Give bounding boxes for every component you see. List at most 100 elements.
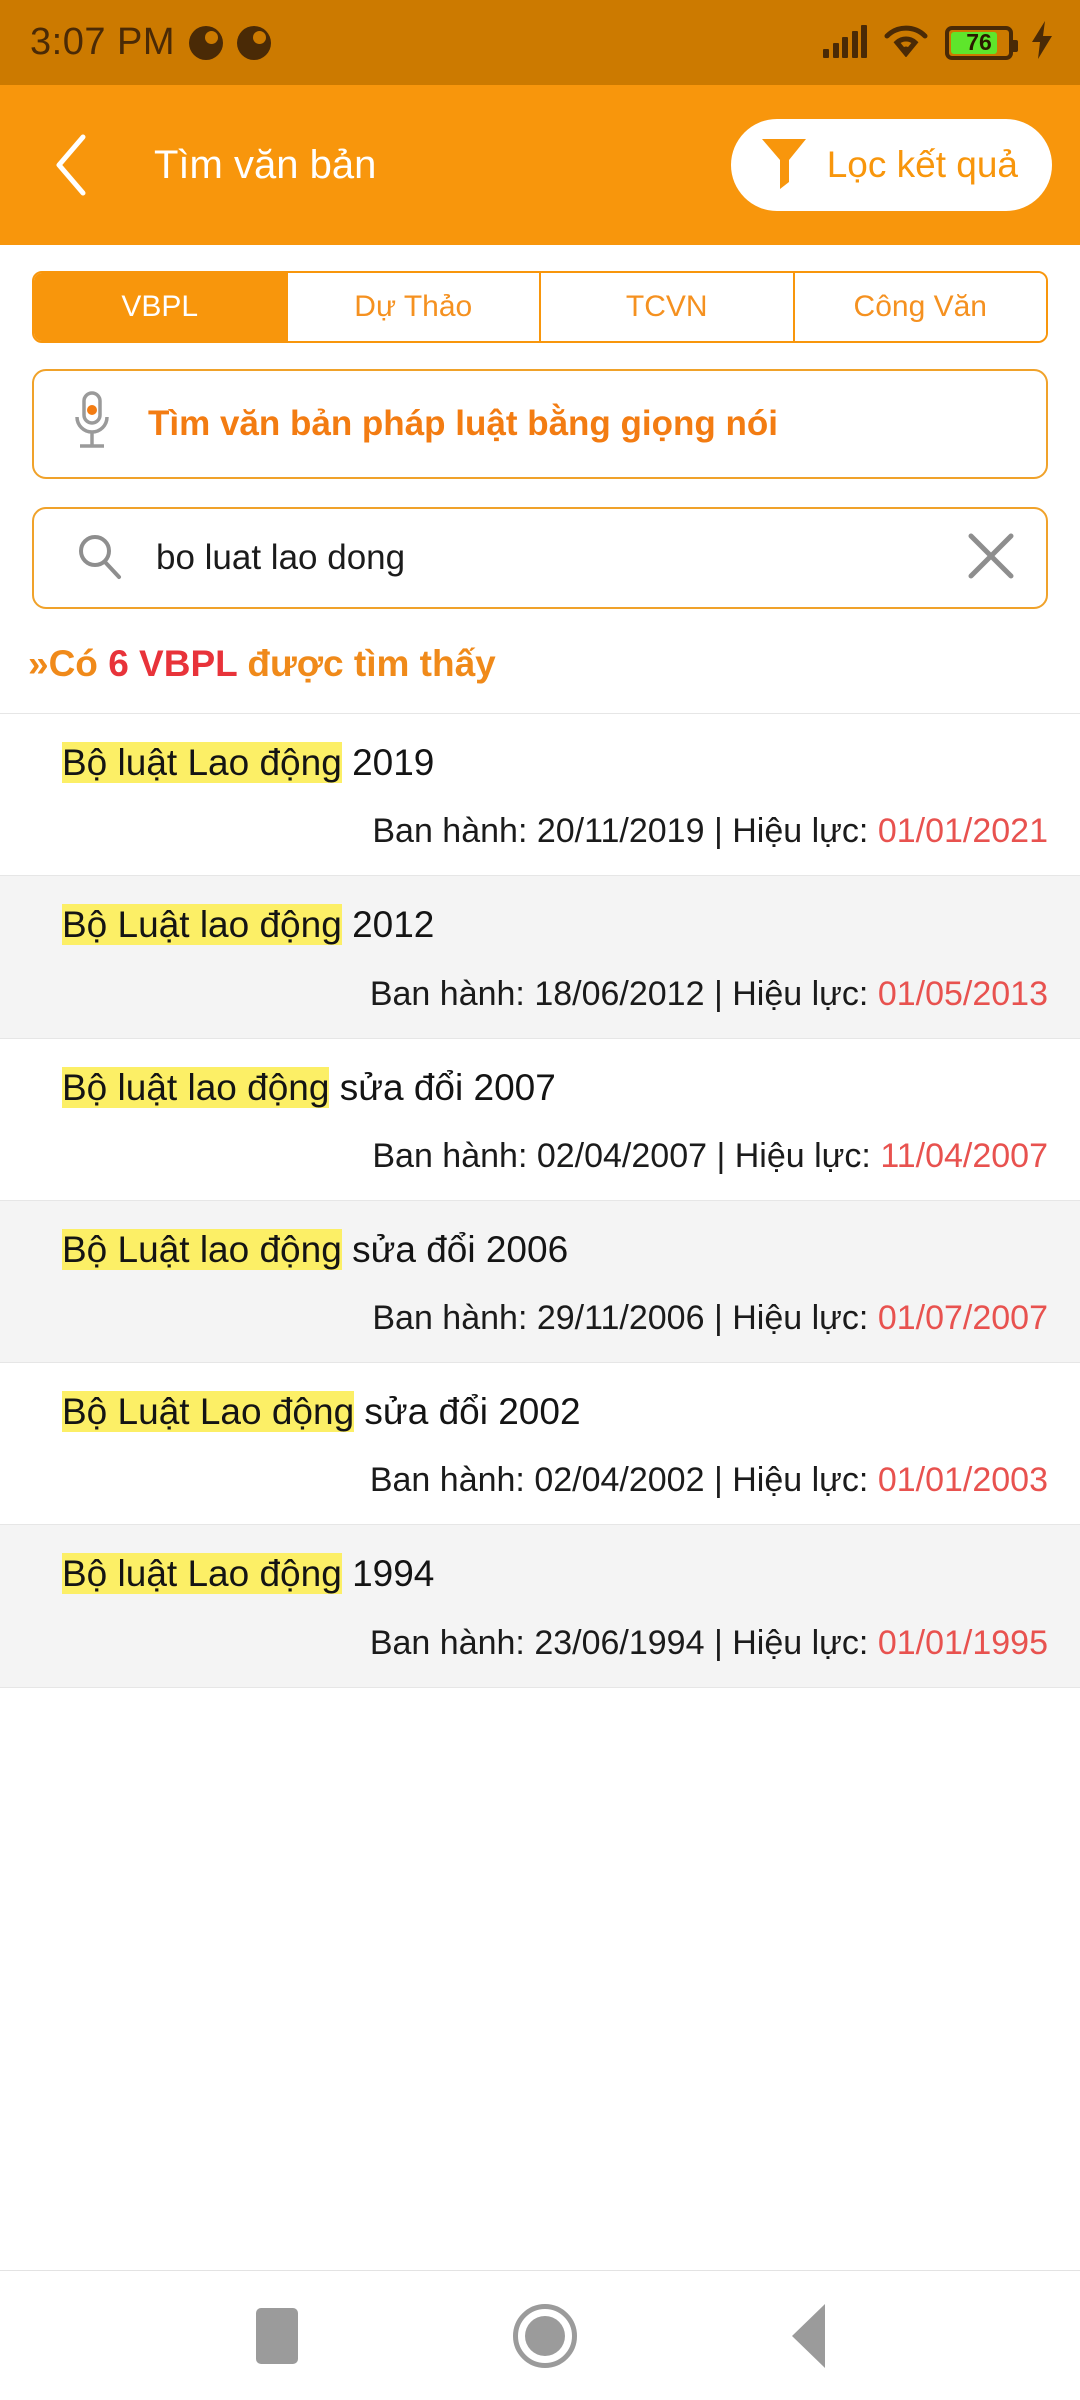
table-row[interactable]: Bộ Luật lao động sửa đổi 2006 Ban hành: … [0, 1199, 1080, 1362]
meta-separator: | [704, 1623, 733, 1662]
table-row[interactable]: Bộ luật Lao động 1994 Ban hành: 23/06/19… [0, 1524, 1080, 1687]
effective-label: Hiệu lực: [734, 1136, 881, 1175]
effective-date: 01/05/2013 [877, 974, 1048, 1013]
close-icon[interactable] [964, 529, 1018, 588]
result-count-prefix: »Có [28, 643, 109, 684]
result-title: Bộ luật Lao động 1994 [62, 1551, 1048, 1597]
result-title-highlight: Bộ Luật lao động [62, 904, 342, 946]
effective-label: Hiệu lực: [732, 812, 878, 851]
voice-search-label: Tìm văn bản pháp luật bằng giọng nói [148, 404, 778, 443]
result-title-rest: 2012 [341, 904, 435, 946]
effective-label: Hiệu lực: [732, 1623, 878, 1662]
charging-bolt-icon [1030, 21, 1054, 64]
issued-label: Ban hành: [372, 1136, 537, 1175]
result-title-rest: sửa đổi 2002 [354, 1391, 581, 1432]
wifi-icon [884, 23, 928, 62]
meta-separator: | [704, 974, 733, 1013]
voice-search-button[interactable]: Tìm văn bản pháp luật bằng giọng nói [32, 369, 1048, 479]
result-title: Bộ Luật Lao động sửa đổi 2002 [62, 1389, 1048, 1435]
notification-dot-icon [189, 25, 224, 60]
result-title-highlight: Bộ luật Lao động [62, 742, 342, 783]
result-title: Bộ Luật lao động sửa đổi 2006 [62, 1227, 1048, 1273]
result-title: Bộ luật Lao động 2019 [62, 740, 1048, 786]
effective-date: 01/01/2003 [877, 1461, 1048, 1500]
result-count: »Có 6 VBPL được tìm thấy [0, 609, 1080, 713]
tab-bar: VBPL Dự Thảo TCVN Công Văn [32, 271, 1048, 343]
result-meta: Ban hành: 02/04/2002 | Hiệu lực: 01/01/2… [62, 1461, 1048, 1500]
issued-date: 29/11/2006 [536, 1299, 705, 1337]
result-title-highlight: Bộ Luật lao động [62, 1228, 342, 1270]
effective-date: 01/07/2007 [877, 1299, 1048, 1337]
result-title-rest: 1994 [341, 1553, 435, 1595]
effective-date: 01/01/1995 [877, 1623, 1048, 1662]
status-bar: 3:07 PM 76 [0, 0, 1080, 85]
table-row[interactable]: Bộ luật Lao động 2019 Ban hành: 20/11/20… [0, 713, 1080, 876]
effective-label: Hiệu lực: [732, 974, 878, 1013]
issued-label: Ban hành: [372, 1299, 537, 1337]
square-icon[interactable] [255, 2307, 298, 2364]
result-title: Bộ Luật lao động 2012 [62, 902, 1048, 948]
result-title-rest: 2019 [341, 742, 435, 783]
issued-date: 20/11/2019 [536, 812, 705, 851]
issued-label: Ban hành: [369, 1461, 535, 1500]
table-row[interactable]: Bộ Luật lao động 2012 Ban hành: 18/06/20… [0, 875, 1080, 1038]
issued-label: Ban hành: [369, 1623, 535, 1662]
status-clock: 3:07 PM [30, 21, 176, 63]
result-meta: Ban hành: 29/11/2006 | Hiệu lực: 01/07/2… [62, 1299, 1048, 1338]
effective-label: Hiệu lực: [732, 1461, 878, 1500]
page-title: Tìm văn bản [154, 142, 377, 187]
result-title: Bộ luật lao động sửa đổi 2007 [62, 1065, 1048, 1111]
search-input[interactable]: bo luat lao dong [156, 538, 932, 578]
result-meta: Ban hành: 02/04/2007 | Hiệu lực: 11/04/2… [62, 1137, 1048, 1176]
result-title-rest: sửa đổi 2007 [329, 1066, 556, 1108]
triangle-left-icon[interactable] [791, 2303, 825, 2368]
table-row[interactable]: Bộ luật lao động sửa đổi 2007 Ban hành: … [0, 1037, 1080, 1200]
effective-date: 11/04/2007 [880, 1136, 1048, 1175]
meta-separator: | [707, 1136, 735, 1175]
meta-separator: | [704, 1461, 733, 1500]
result-meta: Ban hành: 20/11/2019 | Hiệu lực: 01/01/2… [62, 812, 1048, 851]
funnel-icon [759, 135, 809, 196]
search-bar[interactable]: bo luat lao dong [32, 507, 1048, 609]
issued-date: 18/06/2012 [534, 974, 705, 1013]
back-chevron-icon[interactable] [36, 130, 106, 200]
result-title-highlight: Bộ Luật Lao động [62, 1391, 355, 1432]
effective-date: 01/01/2021 [877, 812, 1048, 851]
results-list-empty-space [0, 1686, 1080, 1982]
microphone-icon [70, 390, 114, 458]
effective-label: Hiệu lực: [732, 1299, 878, 1337]
tab-vbpl[interactable]: VBPL [34, 273, 288, 341]
results-list: Bộ luật Lao động 2019 Ban hành: 20/11/20… [0, 713, 1080, 1982]
notification-dot-icon [237, 25, 272, 60]
result-count-suffix: được tìm thấy [237, 643, 496, 684]
status-bar-right: 76 [823, 21, 1054, 64]
result-title-highlight: Bộ luật Lao động [62, 1553, 342, 1595]
tab-tcvn[interactable]: TCVN [541, 273, 795, 341]
system-navigation-bar [0, 2270, 1080, 2400]
circle-icon[interactable] [512, 2303, 577, 2368]
result-meta: Ban hành: 18/06/2012 | Hiệu lực: 01/05/2… [62, 975, 1048, 1014]
battery-percent-label: 76 [966, 29, 992, 55]
filter-results-label: Lọc kết quả [826, 144, 1018, 185]
issued-label: Ban hành: [369, 974, 535, 1013]
issued-date: 23/06/1994 [534, 1623, 705, 1662]
issued-date: 02/04/2002 [534, 1461, 705, 1500]
tab-du-thao[interactable]: Dự Thảo [287, 273, 541, 341]
meta-separator: | [704, 1299, 733, 1337]
filter-results-button[interactable]: Lọc kết quả [730, 119, 1052, 211]
issued-date: 02/04/2007 [536, 1136, 708, 1175]
result-meta: Ban hành: 23/06/1994 | Hiệu lực: 01/01/1… [62, 1624, 1048, 1663]
status-bar-left: 3:07 PM [30, 21, 272, 64]
battery-icon: 76 [945, 25, 1018, 60]
tab-bar-wrapper: VBPL Dự Thảo TCVN Công Văn [0, 245, 1080, 343]
app-bar: Tìm văn bản Lọc kết quả [0, 85, 1080, 245]
result-title-highlight: Bộ luật lao động [62, 1066, 330, 1108]
result-title-rest: sửa đổi 2006 [341, 1228, 569, 1270]
result-count-number: 6 VBPL [108, 643, 238, 684]
table-row[interactable]: Bộ Luật Lao động sửa đổi 2002 Ban hành: … [0, 1362, 1080, 1525]
signal-icon [823, 24, 867, 58]
meta-separator: | [704, 812, 733, 851]
issued-label: Ban hành: [372, 812, 537, 851]
tab-cong-van[interactable]: Công Văn [794, 273, 1046, 341]
search-icon [74, 531, 124, 586]
